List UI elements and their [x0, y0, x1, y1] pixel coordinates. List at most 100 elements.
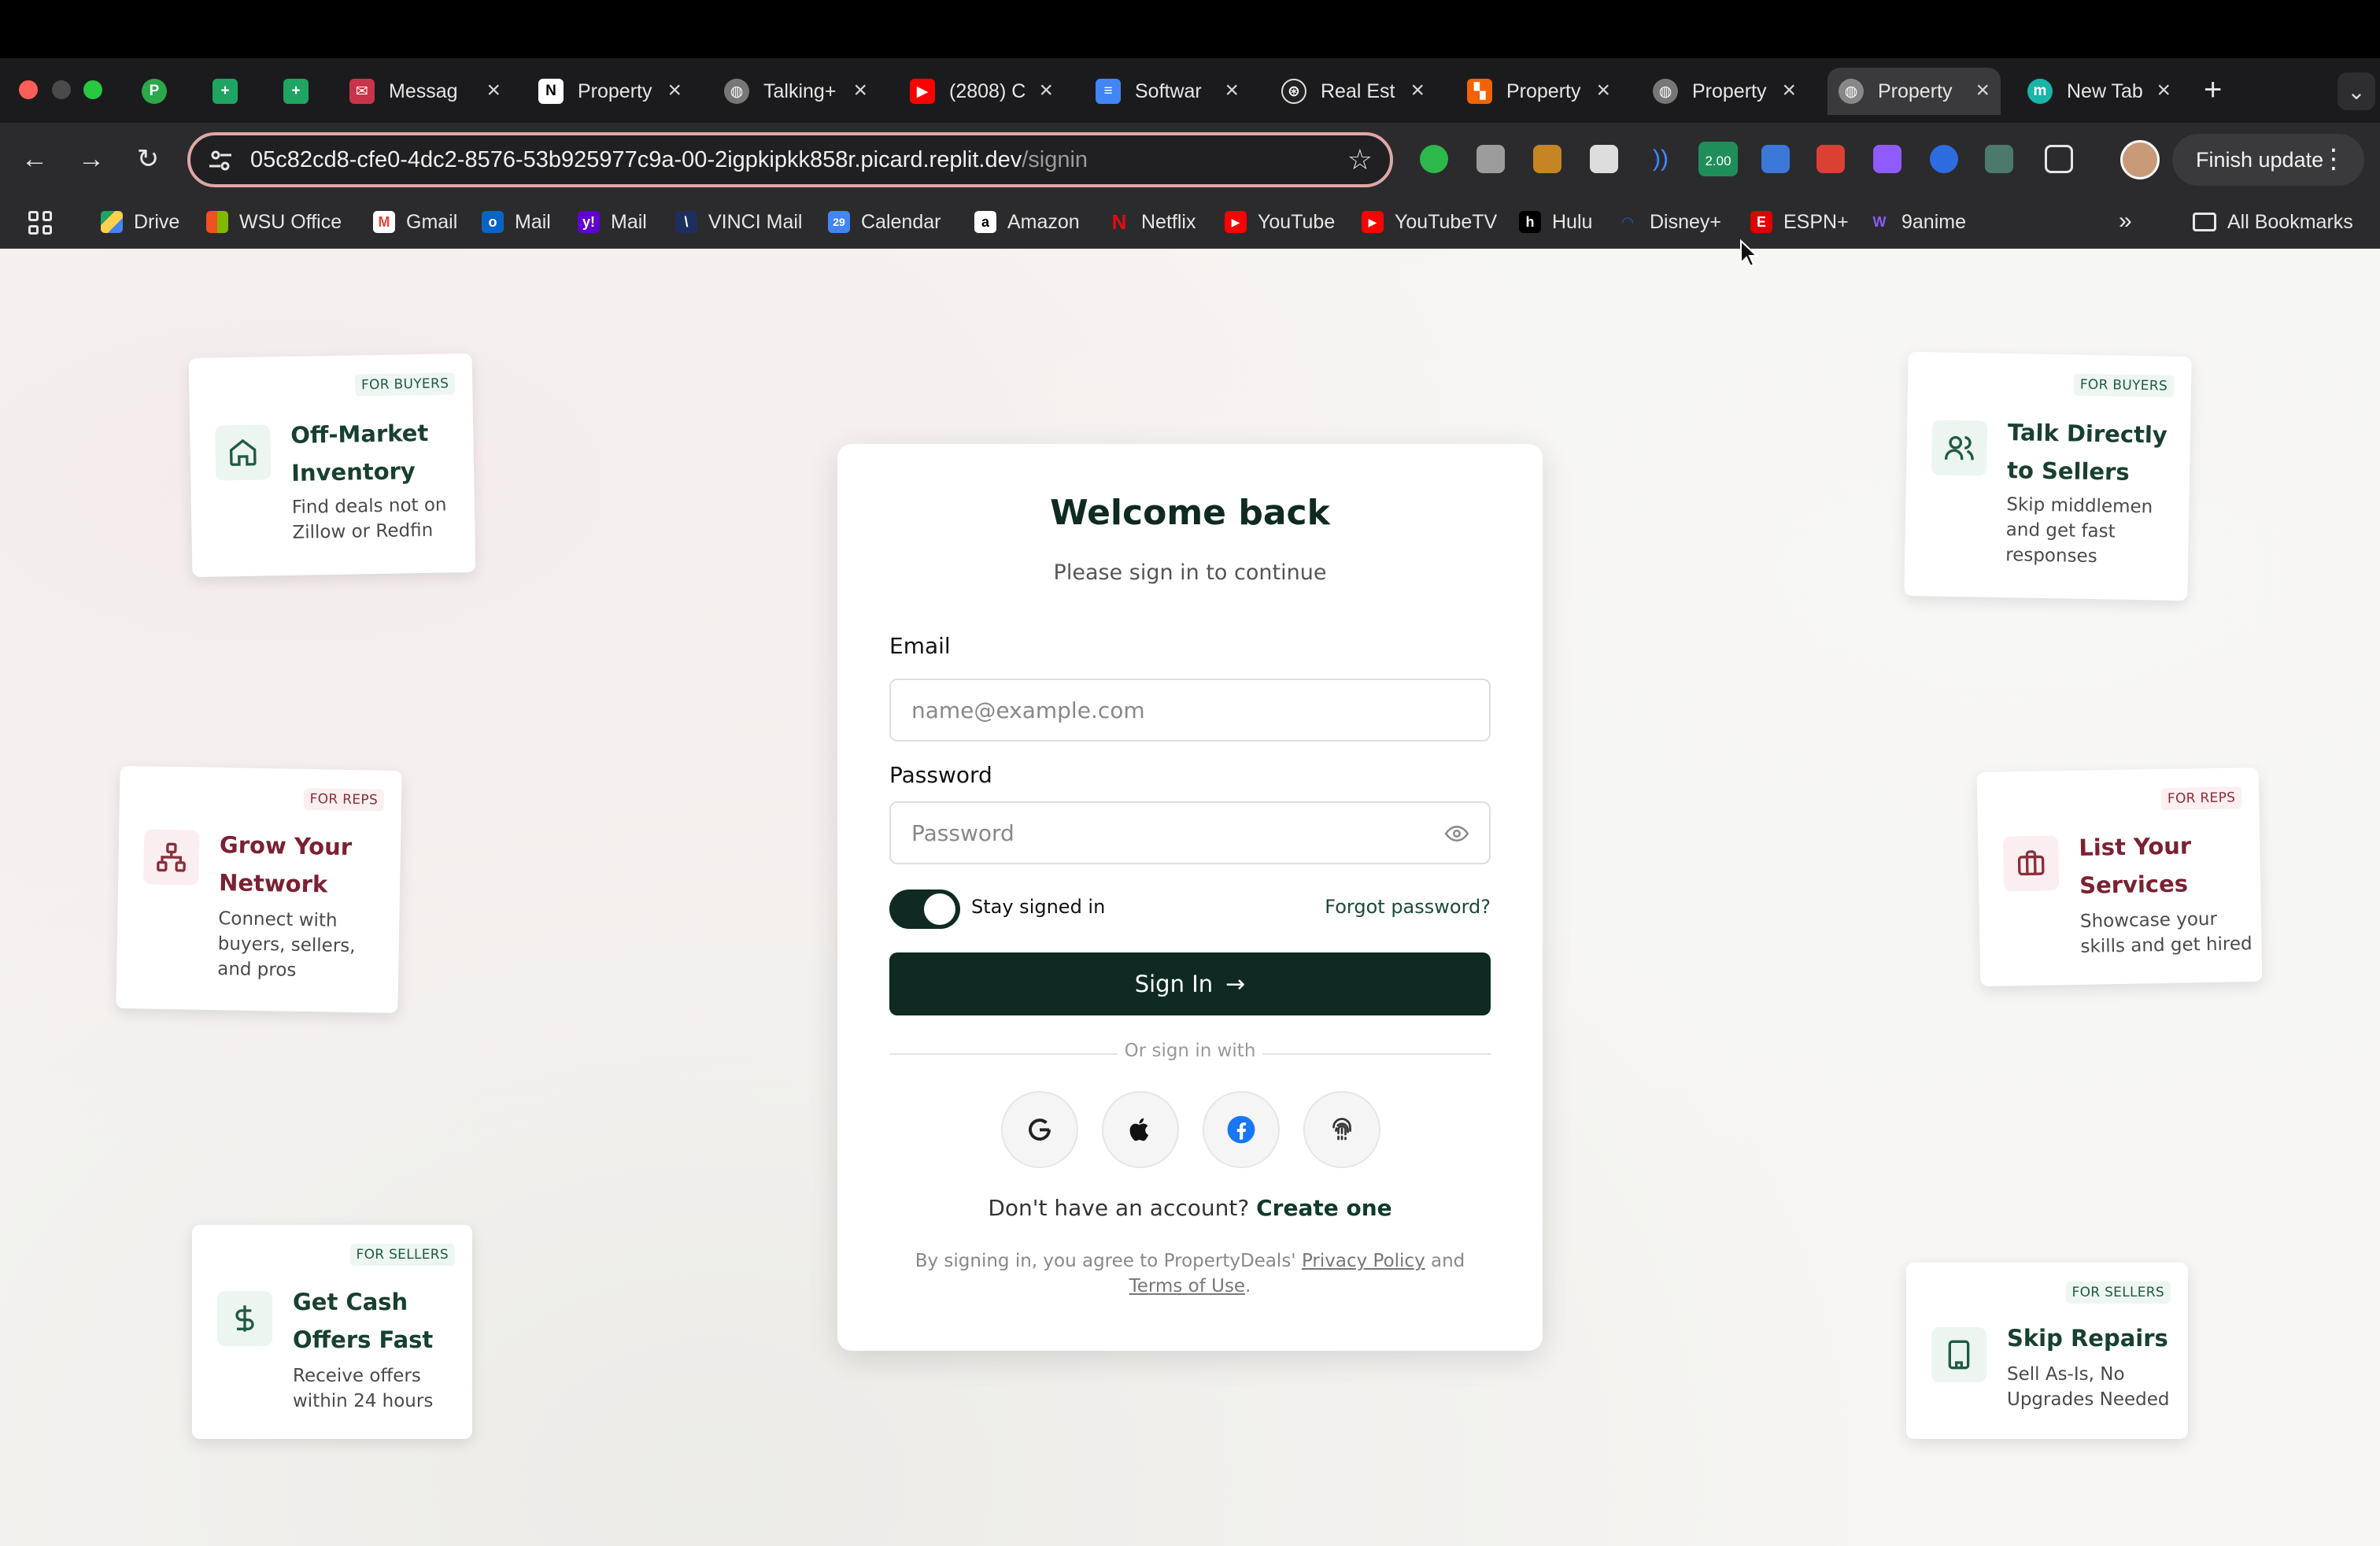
apps-grid-icon[interactable] — [28, 211, 52, 235]
p-green-icon: P — [142, 79, 167, 104]
show-password-eye-icon[interactable] — [1443, 822, 1470, 845]
close-tab-icon[interactable]: × — [1975, 79, 1990, 102]
extension-info-icon[interactable] — [1930, 145, 1958, 173]
tab-6[interactable]: ◍ Talking+ × — [713, 68, 878, 115]
bookmark-star-icon[interactable]: ☆ — [1347, 143, 1373, 176]
all-bookmarks-label: All Bookmarks — [2227, 210, 2353, 233]
extension-wave-icon[interactable]: )) — [1646, 145, 1675, 173]
bookmark-disney-plus[interactable]: ◠ Disney+ — [1617, 206, 1721, 238]
email-placeholder: name@example.com — [911, 697, 1145, 723]
extension-twitch-icon[interactable] — [1873, 145, 1901, 173]
bookmark-youtubetv[interactable]: ▶ YouTubeTV — [1362, 206, 1497, 238]
divider-right — [1262, 1053, 1491, 1055]
close-tab-icon[interactable]: × — [667, 79, 682, 102]
bookmark-label: Amazon — [1007, 210, 1080, 233]
tab-2[interactable]: + — [201, 68, 247, 115]
email-field[interactable]: name@example.com — [889, 679, 1491, 742]
tab-10[interactable]: ▚ Property × — [1456, 68, 1621, 115]
close-tab-icon[interactable]: × — [853, 79, 867, 102]
extension-calendar-icon[interactable] — [1761, 145, 1790, 173]
reload-icon[interactable]: ↻ — [131, 142, 165, 176]
sheets-icon: + — [283, 79, 309, 104]
bookmark-gmail[interactable]: M Gmail — [373, 206, 457, 238]
back-icon[interactable]: ← — [17, 142, 52, 176]
close-tab-icon[interactable]: × — [486, 79, 501, 102]
feature-title: Talk Directly to Sellers — [2006, 419, 2168, 486]
extension-speed-icon[interactable]: 2.00 — [1698, 142, 1738, 176]
password-field[interactable]: Password — [889, 801, 1491, 864]
more-menu-icon[interactable]: ⋮ — [2320, 143, 2347, 175]
tab-13[interactable]: m New Tab × — [2016, 68, 2182, 115]
sign-in-button[interactable]: Sign In → — [889, 952, 1491, 1015]
extension-green-icon[interactable] — [1420, 145, 1448, 173]
bookmark-wsu-office[interactable]: WSU Office — [206, 206, 342, 238]
network-icon — [143, 829, 200, 886]
tab-11[interactable]: ◍ Property × — [1642, 68, 1807, 115]
feature-card-off-market: FOR BUYERS Off-Market Inventory Find deal… — [188, 353, 476, 578]
privacy-policy-link[interactable]: Privacy Policy — [1302, 1251, 1425, 1271]
terms-of-use-link[interactable]: Terms of Use — [1129, 1276, 1246, 1296]
new-tab-button[interactable]: + — [2204, 72, 2222, 108]
address-bar[interactable]: 05c82cd8-cfe0-4dc2-8576-53b925977c9a-00-… — [187, 132, 1393, 187]
tab-5[interactable]: N Property × — [527, 68, 693, 115]
apple-signin-button[interactable] — [1102, 1091, 1179, 1168]
forgot-password-link[interactable]: Forgot password? — [1325, 896, 1491, 918]
extension-translate-icon[interactable] — [1590, 145, 1618, 173]
tab-7[interactable]: ▶ (2808) C × — [899, 68, 1064, 115]
feature-tag: FOR BUYERS — [354, 372, 456, 397]
finish-update-button[interactable]: Finish update ⋮ — [2172, 134, 2364, 186]
close-tab-icon[interactable]: × — [1596, 79, 1610, 102]
minimize-window-button[interactable] — [52, 80, 71, 99]
bookmark-vinci-mail[interactable]: \ VINCI Mail — [675, 206, 802, 238]
create-account-link[interactable]: Create one — [1256, 1195, 1392, 1221]
stay-signed-in-toggle[interactable] — [889, 890, 960, 929]
bookmark-netflix[interactable]: N Netflix — [1108, 206, 1196, 238]
terms-period: . — [1245, 1276, 1251, 1296]
bookmark-youtube[interactable]: ▶ YouTube — [1225, 206, 1335, 238]
tab-title: Property — [1506, 80, 1581, 102]
vinci-icon: \ — [675, 211, 697, 233]
terms-prefix: By signing in, you agree to PropertyDeal… — [915, 1251, 1296, 1271]
zoom-window-button[interactable] — [83, 80, 102, 99]
bookmark-yahoo-mail[interactable]: y! Mail — [578, 206, 647, 238]
facebook-signin-button[interactable] — [1203, 1091, 1280, 1168]
close-tab-icon[interactable]: × — [1225, 79, 1239, 102]
tab-search-button[interactable]: ⌄ — [2338, 72, 2375, 110]
or-sign-in-with: Or sign in with — [1124, 1041, 1256, 1061]
extension-orange-icon[interactable] — [1533, 145, 1561, 173]
forward-icon[interactable]: → — [74, 142, 109, 176]
tab-8[interactable]: ≡ Softwar × — [1085, 68, 1250, 115]
extension-s-icon[interactable] — [1985, 145, 2013, 173]
tab-4[interactable]: ✉ Messag × — [338, 68, 512, 115]
google-signin-button[interactable] — [1001, 1091, 1078, 1168]
close-tab-icon[interactable]: × — [1782, 79, 1796, 102]
feature-title: Get Cash Offers Fast — [293, 1289, 434, 1353]
biometric-signin-button[interactable] — [1303, 1091, 1380, 1168]
profile-avatar[interactable] — [2120, 140, 2160, 179]
calendar-icon: 29 — [828, 211, 850, 233]
feature-title: List Your Services — [2079, 832, 2192, 899]
close-tab-icon[interactable]: × — [1410, 79, 1425, 102]
close-tab-icon[interactable]: × — [2156, 79, 2171, 102]
bookmark-outlook-mail[interactable]: o Mail — [482, 206, 551, 238]
sign-in-label: Sign In — [1134, 971, 1214, 997]
close-window-button[interactable] — [19, 80, 38, 99]
bookmark-hulu[interactable]: h Hulu — [1519, 206, 1592, 238]
all-bookmarks-folder[interactable]: All Bookmarks — [2193, 206, 2353, 238]
extension-todoist-icon[interactable] — [1816, 145, 1845, 173]
bookmark-amazon[interactable]: a Amazon — [974, 206, 1080, 238]
site-info-icon[interactable] — [208, 148, 233, 173]
extension-gray-icon[interactable] — [1476, 145, 1505, 173]
extensions-puzzle-icon[interactable] — [2045, 145, 2073, 173]
bookmark-drive[interactable]: Drive — [101, 206, 179, 238]
tab-9[interactable]: ⊛ Real Est × — [1270, 68, 1436, 115]
close-tab-icon[interactable]: × — [1039, 79, 1053, 102]
tab-12-active[interactable]: ◍ Property × — [1828, 68, 2001, 115]
tab-3[interactable]: + — [272, 68, 318, 115]
tab-1[interactable]: P — [131, 68, 176, 115]
bookmark-calendar[interactable]: 29 Calendar — [828, 206, 941, 238]
more-bookmarks-icon[interactable]: » — [2119, 208, 2132, 235]
page-title: Welcome back — [1050, 493, 1330, 533]
bookmark-espn-plus[interactable]: E ESPN+ — [1750, 206, 1849, 238]
bookmark-9anime[interactable]: W 9anime — [1868, 206, 1967, 238]
